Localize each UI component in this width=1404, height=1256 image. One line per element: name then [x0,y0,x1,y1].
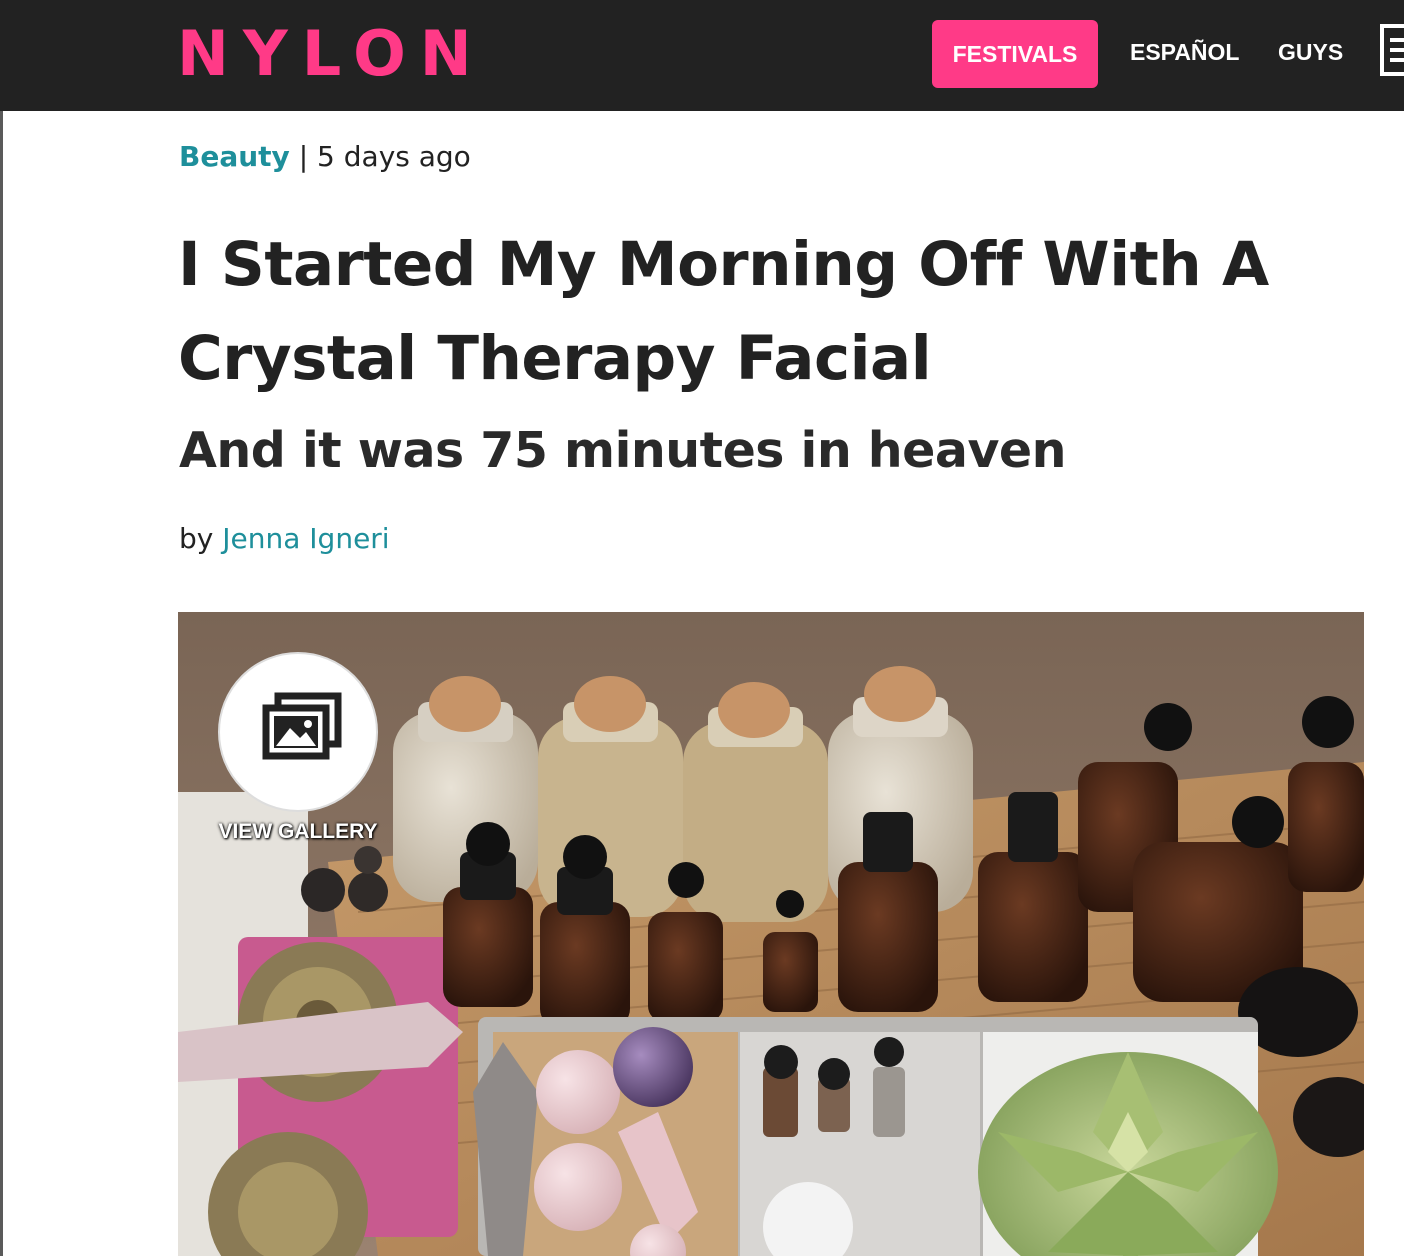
byline: by Jenna Igneri [179,521,390,557]
nav-guys-link[interactable]: GUYS [1278,36,1343,68]
article-subtitle: And it was 75 minutes in heaven [179,422,1067,479]
view-gallery-label[interactable]: VIEW GALLERY [178,818,418,846]
meta-separator: | [298,140,309,173]
article-meta: Beauty | 5 days ago [179,139,471,175]
gallery-icon [262,692,342,760]
view-gallery-button[interactable] [218,652,378,812]
site-header: NYLON FESTIVALS ESPAÑOL GUYS [0,0,1404,111]
author-link[interactable]: Jenna Igneri [222,522,389,555]
nav-festivals-button[interactable]: FESTIVALS [932,20,1098,88]
title-line-2: Crystal Therapy Facial [178,323,932,394]
menu-icon[interactable] [1380,24,1404,80]
byline-prefix: by [179,522,214,555]
nav-espanol-link[interactable]: ESPAÑOL [1130,36,1239,68]
article-title: I Started My Morning Off With A Crystal … [178,218,1328,406]
category-link[interactable]: Beauty [179,140,290,173]
page: NYLON FESTIVALS ESPAÑOL GUYS Beauty | 5 … [0,0,1404,1256]
site-logo[interactable]: NYLON [177,22,486,86]
title-line-1: I Started My Morning Off With A [178,229,1269,300]
window-edge [0,0,3,1256]
publish-date: 5 days ago [317,140,471,173]
